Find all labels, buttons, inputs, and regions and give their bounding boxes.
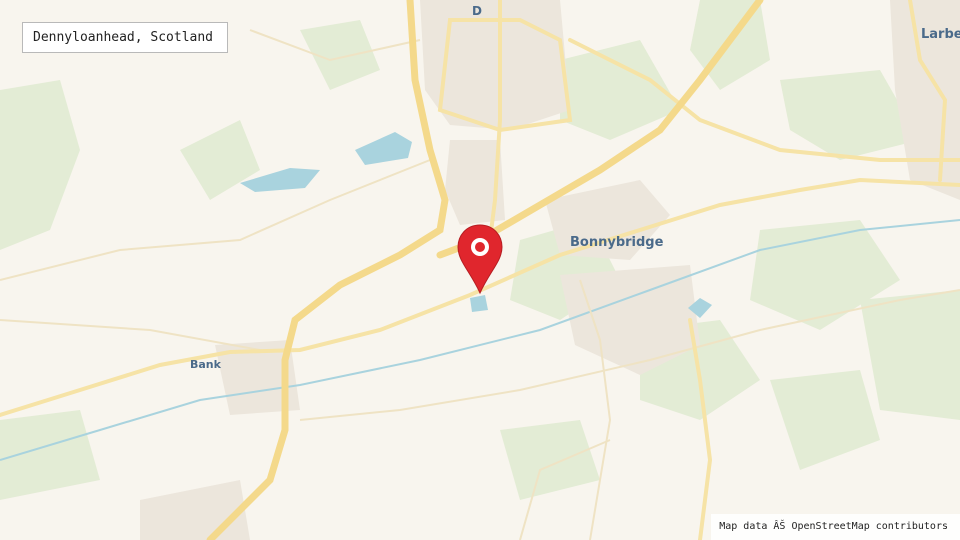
place-label-bonnybridge: Bonnybridge xyxy=(570,235,664,250)
place-label-denny: D xyxy=(472,4,482,18)
map-canvas[interactable] xyxy=(0,0,960,540)
place-label-larbert: Larbert xyxy=(921,27,960,42)
place-label-banknock: Bank xyxy=(190,358,221,371)
map-attribution[interactable]: Map data ÂŠ OpenStreetMap contributors xyxy=(711,514,960,540)
location-label: Dennyloanhead, Scotland xyxy=(22,22,228,53)
